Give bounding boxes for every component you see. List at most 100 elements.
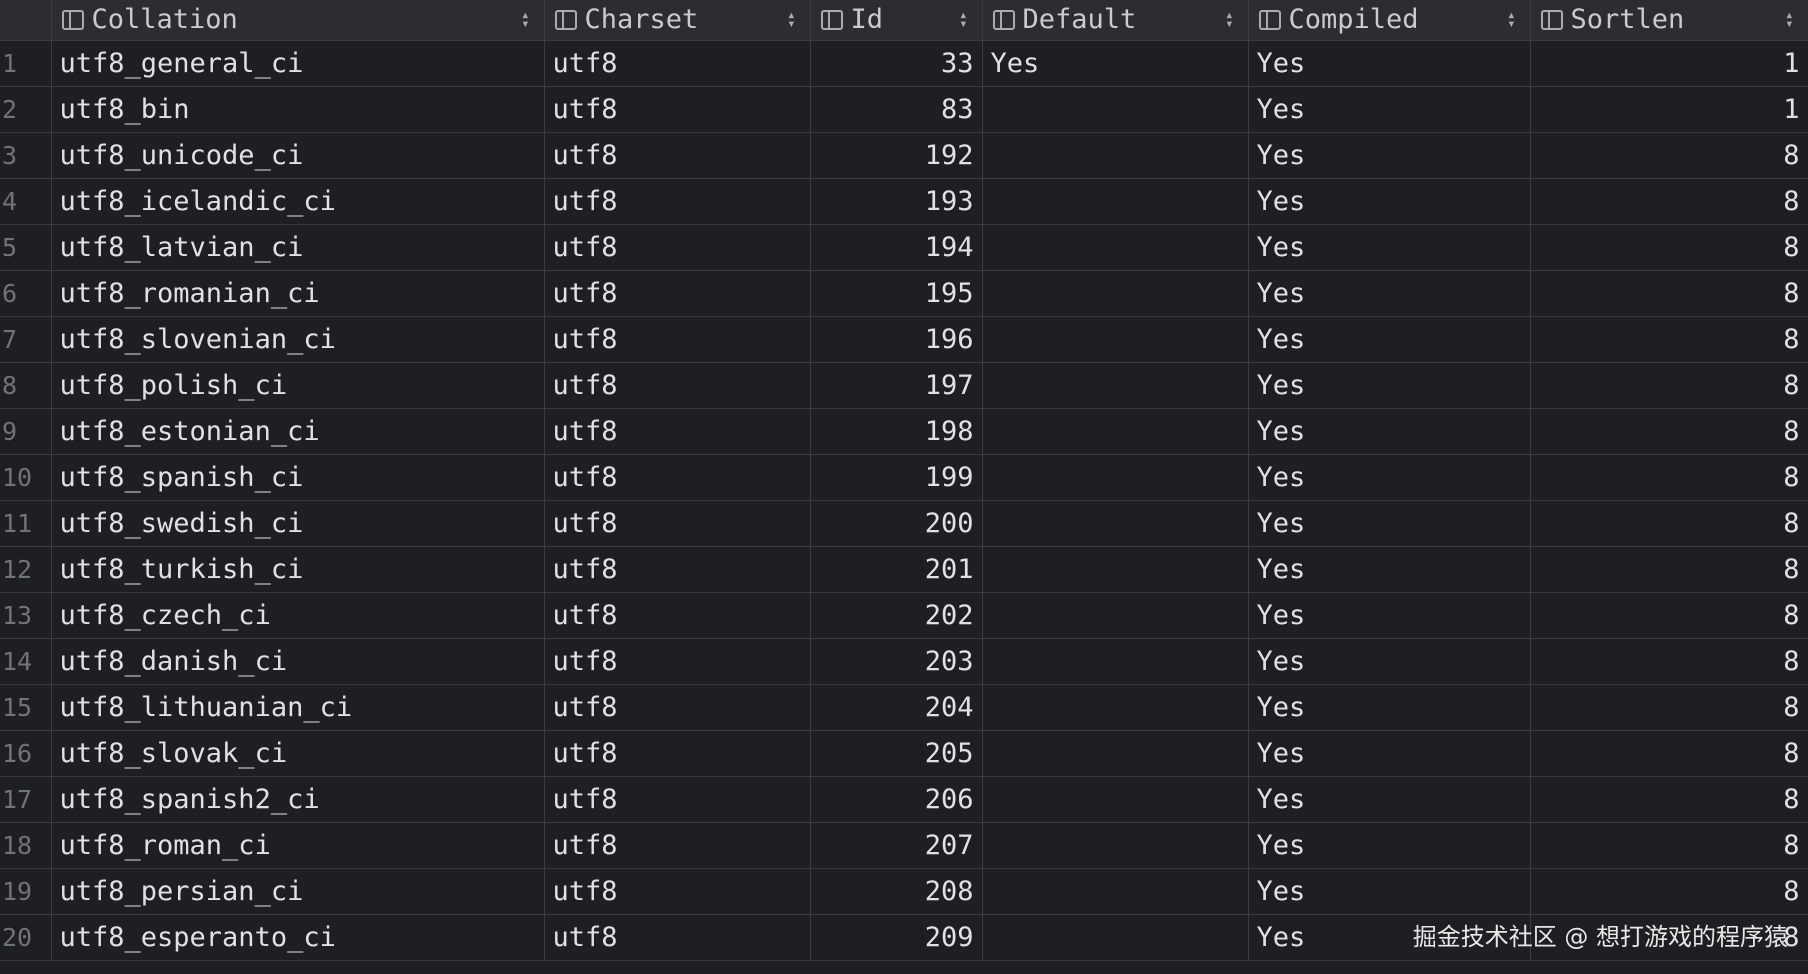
cell-compiled[interactable]: Yes	[1248, 270, 1531, 317]
cell-default[interactable]	[982, 638, 1249, 685]
cell-charset[interactable]: utf8	[544, 914, 811, 961]
cell-default[interactable]	[982, 270, 1249, 317]
cell-compiled[interactable]: Yes	[1248, 500, 1531, 547]
table-row[interactable]: 6 utf8_romanian_ci utf8 195 Yes 8	[0, 270, 1808, 317]
cell-id[interactable]: 200	[810, 500, 983, 547]
cell-collation[interactable]: utf8_esperanto_ci	[51, 914, 545, 961]
cell-default[interactable]	[982, 546, 1249, 593]
cell-default[interactable]	[982, 316, 1249, 363]
cell-id[interactable]: 199	[810, 454, 983, 501]
cell-sortlen[interactable]: 8	[1530, 730, 1808, 777]
table-row[interactable]: 10 utf8_spanish_ci utf8 199 Yes 8	[0, 454, 1808, 501]
sort-icon[interactable]: ▴ ▾	[787, 8, 795, 31]
cell-compiled[interactable]: Yes	[1248, 178, 1531, 225]
cell-sortlen[interactable]: 8	[1530, 500, 1808, 547]
cell-collation[interactable]: utf8_czech_ci	[51, 592, 545, 639]
cell-charset[interactable]: utf8	[544, 178, 811, 225]
cell-charset[interactable]: utf8	[544, 224, 811, 271]
cell-collation[interactable]: utf8_bin	[51, 86, 545, 133]
cell-id[interactable]: 204	[810, 684, 983, 731]
table-row[interactable]: 4 utf8_icelandic_ci utf8 193 Yes 8	[0, 178, 1808, 225]
cell-sortlen[interactable]: 1	[1530, 40, 1808, 87]
sort-icon[interactable]: ▴ ▾	[1225, 8, 1233, 31]
cell-sortlen[interactable]: 8	[1530, 316, 1808, 363]
cell-collation[interactable]: utf8_turkish_ci	[51, 546, 545, 593]
cell-compiled[interactable]: Yes	[1248, 868, 1531, 915]
cell-default[interactable]	[982, 822, 1249, 869]
table-row[interactable]: 5 utf8_latvian_ci utf8 194 Yes 8	[0, 224, 1808, 271]
table-row[interactable]: 19 utf8_persian_ci utf8 208 Yes 8	[0, 868, 1808, 915]
table-row[interactable]: 8 utf8_polish_ci utf8 197 Yes 8	[0, 362, 1808, 409]
cell-sortlen[interactable]: 8	[1530, 408, 1808, 455]
column-header-id[interactable]: Id ▴ ▾	[810, 0, 983, 41]
cell-id[interactable]: 192	[810, 132, 983, 179]
column-header-default[interactable]: Default ▴ ▾	[982, 0, 1249, 41]
column-header-compiled[interactable]: Compiled ▴ ▾	[1248, 0, 1531, 41]
cell-sortlen[interactable]: 8	[1530, 822, 1808, 869]
cell-compiled[interactable]: Yes	[1248, 822, 1531, 869]
cell-collation[interactable]: utf8_general_ci	[51, 40, 545, 87]
cell-default[interactable]	[982, 454, 1249, 501]
table-row[interactable]: 3 utf8_unicode_ci utf8 192 Yes 8	[0, 132, 1808, 179]
cell-collation[interactable]: utf8_slovenian_ci	[51, 316, 545, 363]
cell-charset[interactable]: utf8	[544, 132, 811, 179]
cell-charset[interactable]: utf8	[544, 40, 811, 87]
cell-id[interactable]: 193	[810, 178, 983, 225]
cell-collation[interactable]: utf8_spanish2_ci	[51, 776, 545, 823]
cell-id[interactable]: 195	[810, 270, 983, 317]
table-row[interactable]: 12 utf8_turkish_ci utf8 201 Yes 8	[0, 546, 1808, 593]
cell-charset[interactable]: utf8	[544, 270, 811, 317]
table-row[interactable]: 13 utf8_czech_ci utf8 202 Yes 8	[0, 592, 1808, 639]
column-header-collation[interactable]: Collation ▴ ▾	[51, 0, 545, 41]
cell-default[interactable]	[982, 362, 1249, 409]
cell-collation[interactable]: utf8_romanian_ci	[51, 270, 545, 317]
cell-id[interactable]: 83	[810, 86, 983, 133]
cell-charset[interactable]: utf8	[544, 730, 811, 777]
cell-id[interactable]: 205	[810, 730, 983, 777]
cell-charset[interactable]: utf8	[544, 500, 811, 547]
cell-collation[interactable]: utf8_latvian_ci	[51, 224, 545, 271]
cell-sortlen[interactable]: 8	[1530, 132, 1808, 179]
cell-default[interactable]	[982, 684, 1249, 731]
cell-id[interactable]: 197	[810, 362, 983, 409]
cell-default[interactable]	[982, 408, 1249, 455]
cell-collation[interactable]: utf8_slovak_ci	[51, 730, 545, 777]
cell-sortlen[interactable]: 8	[1530, 270, 1808, 317]
cell-sortlen[interactable]: 8	[1530, 178, 1808, 225]
table-row[interactable]: 7 utf8_slovenian_ci utf8 196 Yes 8	[0, 316, 1808, 363]
cell-compiled[interactable]: Yes	[1248, 362, 1531, 409]
cell-id[interactable]: 209	[810, 914, 983, 961]
cell-id[interactable]: 203	[810, 638, 983, 685]
cell-default[interactable]	[982, 132, 1249, 179]
cell-charset[interactable]: utf8	[544, 638, 811, 685]
table-row[interactable]: 9 utf8_estonian_ci utf8 198 Yes 8	[0, 408, 1808, 455]
cell-charset[interactable]: utf8	[544, 362, 811, 409]
cell-compiled[interactable]: Yes	[1248, 40, 1531, 87]
table-row[interactable]: 11 utf8_swedish_ci utf8 200 Yes 8	[0, 500, 1808, 547]
cell-sortlen[interactable]: 8	[1530, 684, 1808, 731]
cell-id[interactable]: 202	[810, 592, 983, 639]
cell-charset[interactable]: utf8	[544, 454, 811, 501]
cell-id[interactable]: 194	[810, 224, 983, 271]
cell-collation[interactable]: utf8_persian_ci	[51, 868, 545, 915]
cell-compiled[interactable]: Yes	[1248, 638, 1531, 685]
cell-default[interactable]	[982, 592, 1249, 639]
cell-sortlen[interactable]: 8	[1530, 546, 1808, 593]
cell-charset[interactable]: utf8	[544, 868, 811, 915]
table-row[interactable]: 15 utf8_lithuanian_ci utf8 204 Yes 8	[0, 684, 1808, 731]
cell-compiled[interactable]: Yes	[1248, 592, 1531, 639]
cell-sortlen[interactable]: 8	[1530, 592, 1808, 639]
cell-default[interactable]: Yes	[982, 40, 1249, 87]
cell-sortlen[interactable]: 8	[1530, 362, 1808, 409]
cell-sortlen[interactable]: 8	[1530, 224, 1808, 271]
sort-icon[interactable]: ▴ ▾	[959, 8, 967, 31]
cell-charset[interactable]: utf8	[544, 546, 811, 593]
cell-sortlen[interactable]: 8	[1530, 776, 1808, 823]
cell-id[interactable]: 206	[810, 776, 983, 823]
cell-compiled[interactable]: Yes	[1248, 132, 1531, 179]
sort-icon[interactable]: ▴ ▾	[1785, 8, 1793, 31]
cell-collation[interactable]: utf8_estonian_ci	[51, 408, 545, 455]
cell-collation[interactable]: utf8_roman_ci	[51, 822, 545, 869]
sort-icon[interactable]: ▴ ▾	[1507, 8, 1515, 31]
cell-id[interactable]: 208	[810, 868, 983, 915]
